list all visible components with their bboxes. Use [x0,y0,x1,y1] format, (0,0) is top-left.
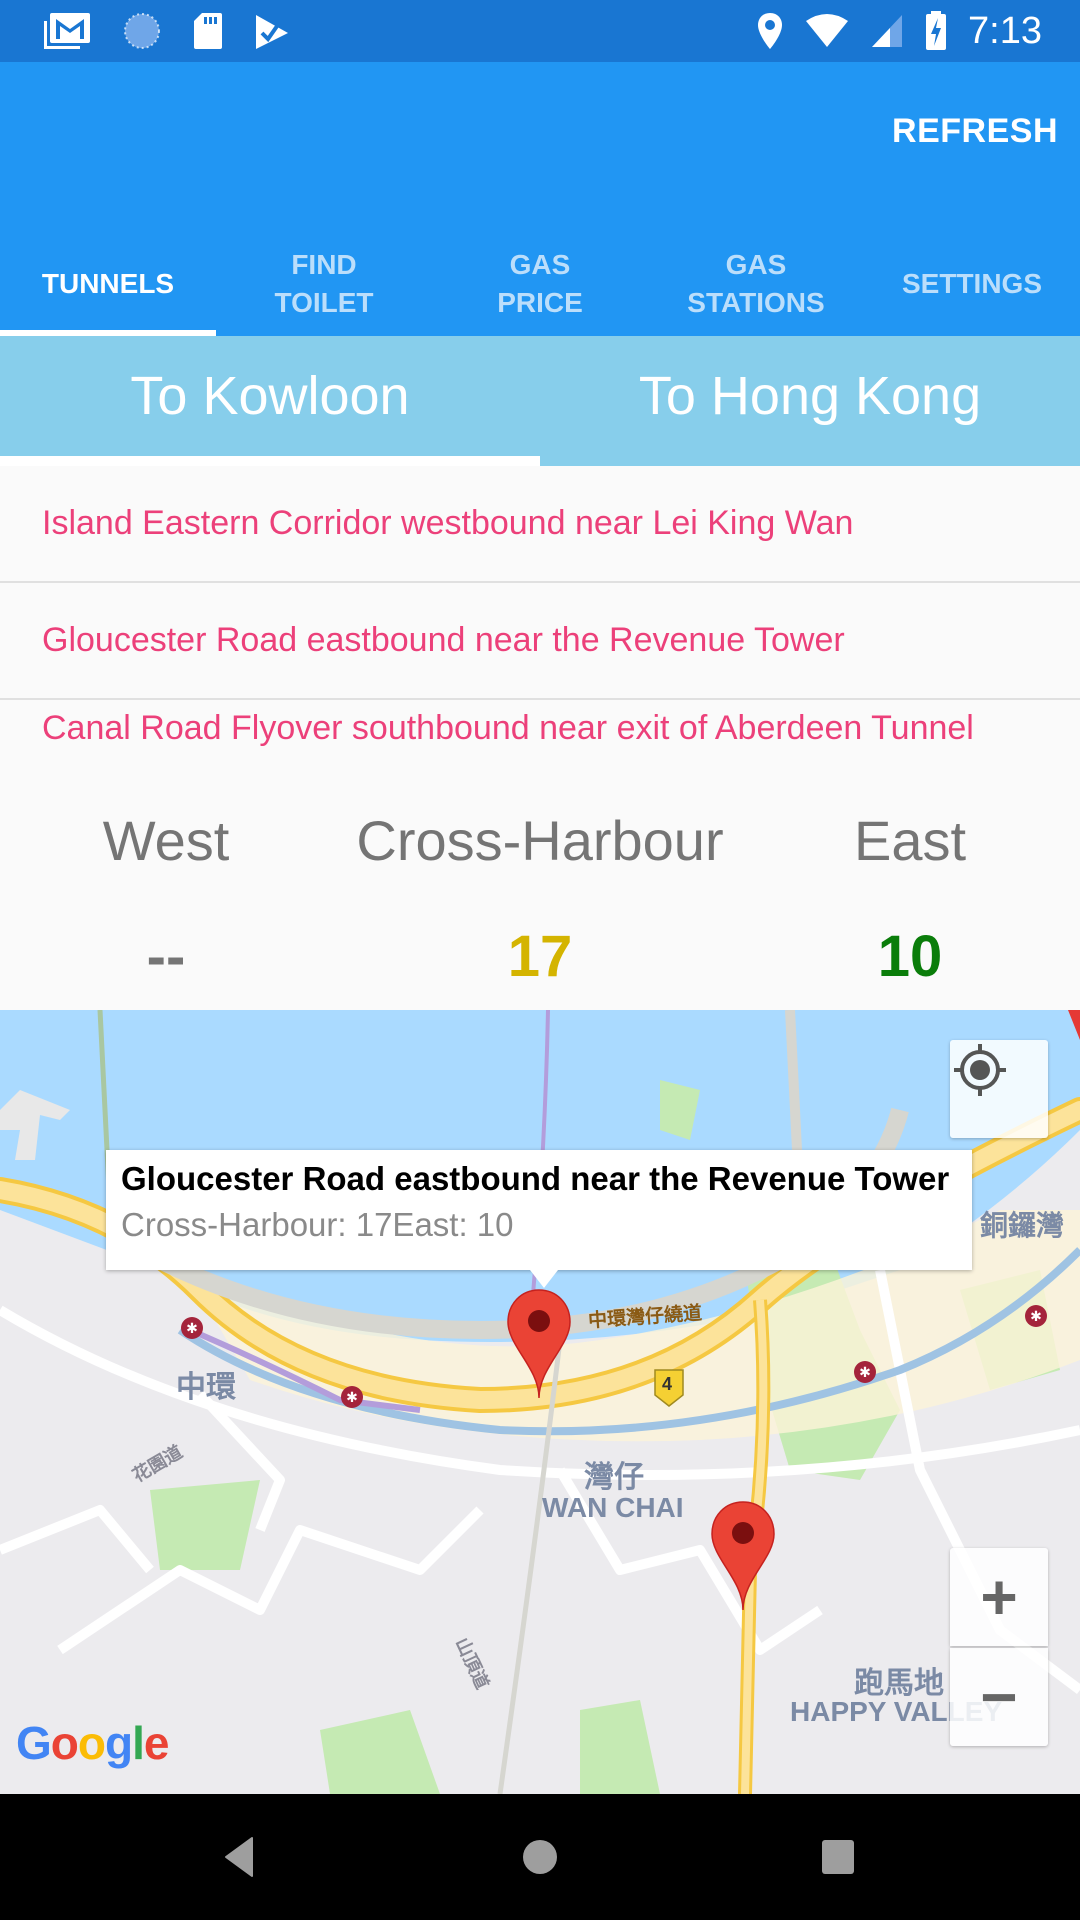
back-icon[interactable] [220,1834,260,1880]
tab-gas-stations[interactable]: GAS STATIONS [648,232,864,336]
tab-to-kowloon[interactable]: To Kowloon [0,336,540,466]
zoom-out-button[interactable]: − [950,1648,1048,1746]
map-label-route-number: 4 [662,1374,673,1394]
stat-value-east: 10 [877,924,943,989]
map-view[interactable]: ✱ ✱ ✱ ✱ 4 中環 灣仔 WAN CHAI 銅鑼灣 跑馬地 HAPPY V… [0,1010,1080,1794]
park [320,1710,440,1794]
plus-icon: + [980,1561,1018,1633]
park [580,1700,660,1794]
crosshair-icon [954,1044,1006,1096]
sd-card-icon [194,13,222,49]
tab-settings[interactable]: SETTINGS [864,232,1080,336]
stat-label-cross-harbour: Cross-Harbour [356,809,724,872]
stat-value-west: -- [146,924,186,989]
map-label-central: 中環 [176,1371,236,1404]
map-marker-icon[interactable] [506,1288,572,1400]
mtr-station-icon: ✱ [854,1361,876,1383]
sync-icon [124,13,160,49]
tab-gas-price[interactable]: GAS PRICE [432,232,648,336]
main-tabs: TUNNELS FIND TOILET GAS PRICE GAS STATIO… [0,232,1080,336]
list-item[interactable]: Canal Road Flyover southbound near exit … [0,700,1080,748]
battery-charging-icon [926,11,947,50]
info-window-body: Cross-Harbour: 17East: 10 [121,1206,514,1243]
tunnel-times-panel: West -- Cross-Harbour 17 East 10 [0,748,1080,1010]
stat-label-west: West [102,809,230,872]
park [150,1480,260,1570]
tab-find-toilet[interactable]: FIND TOILET [216,232,432,336]
google-logo: Google [16,1717,169,1769]
direction-tabs: To Kowloon To Hong Kong [0,336,1080,466]
stat-cross-harbour: Cross-Harbour 17 [340,748,740,990]
map-marker-icon[interactable] [710,1500,776,1612]
my-location-button[interactable] [950,1040,1048,1138]
location-icon [758,13,783,49]
stat-label-east: East [853,809,967,872]
system-nav-bar [0,1794,1080,1920]
marker-info-window[interactable]: Gloucester Road eastbound near the Reven… [106,1150,972,1288]
map-label-wan-chai-zh: 灣仔 [584,1461,644,1494]
stat-west: West -- [66,748,266,990]
recents-icon[interactable] [818,1834,858,1880]
tab-to-hong-kong[interactable]: To Hong Kong [540,336,1080,466]
minus-icon: − [980,1661,1018,1733]
wifi-icon [806,14,849,47]
gmail-icon [44,13,90,49]
mtr-station-icon: ✱ [1025,1305,1047,1327]
mtr-station-icon: ✱ [341,1386,363,1408]
stat-east: East 10 [810,748,1010,990]
clock: 7:13 [968,9,1042,52]
play-store-check-icon [256,15,288,49]
svg-text:✱: ✱ [1030,1309,1042,1325]
svg-text:✱: ✱ [859,1365,871,1381]
svg-text:✱: ✱ [346,1390,358,1406]
map-label-causeway-bay: 銅鑼灣 [980,1210,1065,1241]
app-bar: REFRESH TUNNELS FIND TOILET GAS PRICE GA… [0,62,1080,336]
list-item[interactable]: Gloucester Road eastbound near the Reven… [0,583,1080,700]
status-bar: 7:13 [0,0,1080,62]
location-list[interactable]: Island Eastern Corridor westbound near L… [0,466,1080,748]
tab-tunnels[interactable]: TUNNELS [0,232,216,336]
cell-signal-icon [872,15,903,47]
mtr-station-icon: ✱ [181,1317,203,1339]
map-label-wan-chai-en: WAN CHAI [542,1492,684,1523]
zoom-in-button[interactable]: + [950,1548,1048,1646]
refresh-button[interactable]: REFRESH [892,112,1058,151]
stat-value-cross-harbour: 17 [507,924,573,989]
list-item[interactable]: Island Eastern Corridor westbound near L… [0,466,1080,583]
info-window-title: Gloucester Road eastbound near the Reven… [121,1160,950,1197]
svg-text:✱: ✱ [186,1321,198,1337]
home-icon[interactable] [518,1834,562,1880]
